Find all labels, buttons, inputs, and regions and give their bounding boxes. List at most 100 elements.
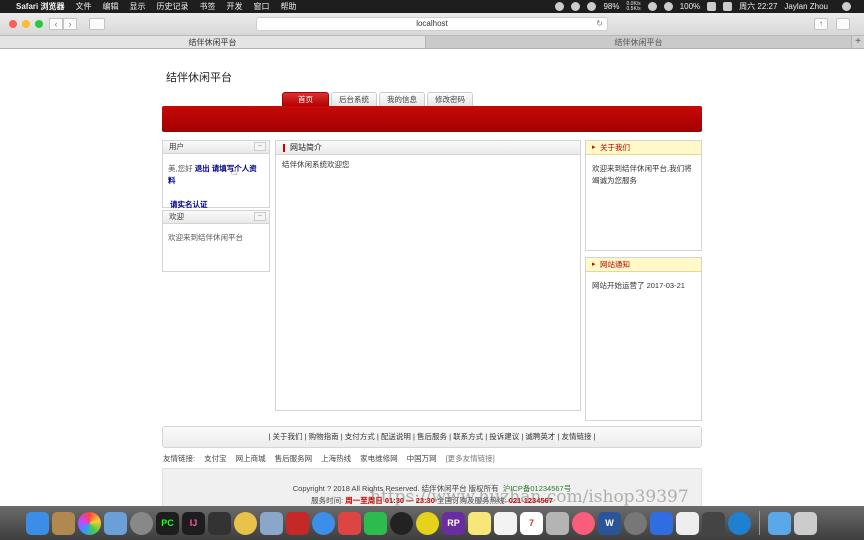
- menu-help[interactable]: 帮助: [280, 1, 296, 12]
- pycharm-icon[interactable]: PC: [156, 511, 179, 535]
- nav-tab-change-password[interactable]: 修改密码: [427, 92, 473, 106]
- url-text: localhost: [416, 19, 448, 28]
- menu-edit[interactable]: 编辑: [102, 1, 118, 12]
- friend-link[interactable]: 中国万网: [407, 453, 437, 464]
- new-tab-icon[interactable]: +: [852, 36, 864, 48]
- qq-icon[interactable]: [390, 511, 413, 535]
- browser-tab-2[interactable]: 结伴休闲平台: [426, 36, 852, 48]
- reload-icon[interactable]: ↻: [596, 18, 603, 30]
- status-app-icon[interactable]: [555, 2, 565, 11]
- collapse-icon[interactable]: –: [254, 142, 266, 151]
- word-icon[interactable]: W: [598, 511, 621, 535]
- notes-icon[interactable]: [468, 511, 491, 535]
- section-marker: [283, 144, 285, 152]
- user-name[interactable]: Jaylan Zhou: [784, 2, 828, 11]
- database-icon[interactable]: [260, 511, 283, 535]
- footer-link-careers[interactable]: 诚聘英才: [525, 432, 555, 441]
- footer-link-contact[interactable]: 联系方式: [453, 432, 483, 441]
- flag-icon[interactable]: [723, 2, 733, 11]
- menu-develop[interactable]: 开发: [226, 1, 242, 12]
- siri-icon[interactable]: [842, 2, 851, 11]
- sidebar-toggle-icon[interactable]: [89, 18, 105, 30]
- minimize-window-button[interactable]: [22, 20, 30, 28]
- intellij-icon[interactable]: IJ: [182, 511, 205, 535]
- close-window-button[interactable]: [9, 20, 17, 28]
- footer-link-delivery[interactable]: 配送说明: [381, 432, 411, 441]
- logout-link[interactable]: 退出: [195, 164, 210, 173]
- mouse-cursor-icon: ☝: [231, 167, 238, 178]
- back-icon[interactable]: ‹: [49, 18, 63, 30]
- menu-file[interactable]: 文件: [75, 1, 91, 12]
- menu-view[interactable]: 显示: [129, 1, 145, 12]
- friend-links-label: 友情链接:: [163, 454, 196, 463]
- browser-tab-1[interactable]: 结伴休闲平台: [0, 36, 426, 48]
- about-panel-body: 欢迎来到结伴休闲平台,我们将竭诚为您服务: [592, 164, 692, 185]
- contacts-icon[interactable]: [52, 511, 75, 535]
- friend-link[interactable]: 家电维修网: [360, 453, 398, 464]
- network-speed: 0.0K/s 0.5K/s: [627, 1, 641, 12]
- friend-link[interactable]: 支付宝: [204, 453, 227, 464]
- intro-panel: 网站简介 结伴休闲系统欢迎您: [275, 140, 581, 411]
- tab-overview-icon[interactable]: [836, 18, 850, 30]
- forward-icon[interactable]: ›: [63, 18, 77, 30]
- about-panel: ▸ 关于我们 欢迎来到结伴休闲平台,我们将竭诚为您服务: [585, 140, 702, 251]
- wechat-status-icon[interactable]: [571, 2, 581, 11]
- battery-icon[interactable]: [707, 2, 717, 11]
- footer-link-shopping-guide[interactable]: 购物指南: [309, 432, 339, 441]
- edge-icon[interactable]: [728, 511, 751, 535]
- user-panel: 用户 – 美,您好 退出 请填写个人资料 请实名认证: [162, 140, 270, 209]
- screen-sharing-icon[interactable]: [338, 511, 361, 535]
- share-icon[interactable]: ↑: [814, 18, 828, 30]
- friend-link[interactable]: 售后服务网: [275, 453, 313, 464]
- macos-menubar: Safari 浏览器 文件 编辑 显示 历史记录 书签 开发 窗口 帮助 98%…: [0, 0, 864, 13]
- footer-link-payment[interactable]: 支付方式: [345, 432, 375, 441]
- bluetooth-icon[interactable]: [647, 2, 657, 11]
- zoom-window-button[interactable]: [35, 20, 43, 28]
- bee-icon[interactable]: [234, 511, 257, 535]
- footer-link-complaints[interactable]: 投诉建议: [489, 432, 519, 441]
- document-icon[interactable]: [676, 511, 699, 535]
- about-panel-header: ▸ 关于我们: [586, 141, 701, 155]
- address-bar[interactable]: localhost ↻: [256, 17, 608, 31]
- baidu-icon[interactable]: [650, 511, 673, 535]
- trash-icon[interactable]: [794, 511, 817, 535]
- footer-link-friends[interactable]: 友情链接: [562, 432, 592, 441]
- menu-bookmarks[interactable]: 书签: [199, 1, 215, 12]
- footer-link-about[interactable]: 关于我们: [273, 432, 303, 441]
- notification-icon[interactable]: [587, 2, 597, 11]
- tools-icon[interactable]: [546, 511, 569, 535]
- nav-tab-my-info[interactable]: 我的信息: [379, 92, 425, 106]
- wechat-icon[interactable]: [364, 511, 387, 535]
- collapse-icon[interactable]: –: [254, 212, 266, 221]
- menu-window[interactable]: 窗口: [253, 1, 269, 12]
- menu-history[interactable]: 历史记录: [156, 1, 188, 12]
- calendar-icon[interactable]: 7: [520, 511, 543, 535]
- menubar-status-area: 98% 0.0K/s 0.5K/s 100% 周六 22:27 Jaylan Zh…: [555, 1, 858, 12]
- friend-link[interactable]: 上海热线: [321, 453, 351, 464]
- terminal-icon[interactable]: [702, 511, 725, 535]
- more-friend-links[interactable]: [更多友情链接]: [446, 453, 495, 464]
- friend-link[interactable]: 网上商城: [236, 453, 266, 464]
- preview-icon[interactable]: [104, 511, 127, 535]
- kite-icon[interactable]: [416, 511, 439, 535]
- launchpad-icon[interactable]: [130, 511, 153, 535]
- sublime-icon[interactable]: [208, 511, 231, 535]
- axure-icon[interactable]: RP: [442, 511, 465, 535]
- music-icon[interactable]: [572, 511, 595, 535]
- clock[interactable]: 周六 22:27: [739, 1, 777, 12]
- stickies-icon[interactable]: [494, 511, 517, 535]
- app-menu[interactable]: Safari 浏览器: [16, 1, 64, 12]
- nav-tab-admin[interactable]: 后台系统: [331, 92, 377, 106]
- safari-icon[interactable]: [312, 511, 335, 535]
- wifi-icon[interactable]: [663, 2, 673, 11]
- safari-toolbar: ‹ › localhost ↻ ↑: [0, 13, 864, 36]
- preferences-icon[interactable]: [624, 511, 647, 535]
- folder-icon[interactable]: [768, 511, 791, 535]
- footer-link-after-sales[interactable]: 售后服务: [417, 432, 447, 441]
- nav-tab-home[interactable]: 首页: [282, 92, 329, 106]
- friend-links-row: 友情链接: 支付宝 网上商城 售后服务网 上海热线 家电维修网 中国万网 [更多…: [163, 453, 495, 464]
- finder-icon[interactable]: [26, 511, 49, 535]
- verify-identity-link[interactable]: 请实名认证: [168, 200, 208, 209]
- redis-icon[interactable]: [286, 511, 309, 535]
- photos-icon[interactable]: [78, 511, 101, 535]
